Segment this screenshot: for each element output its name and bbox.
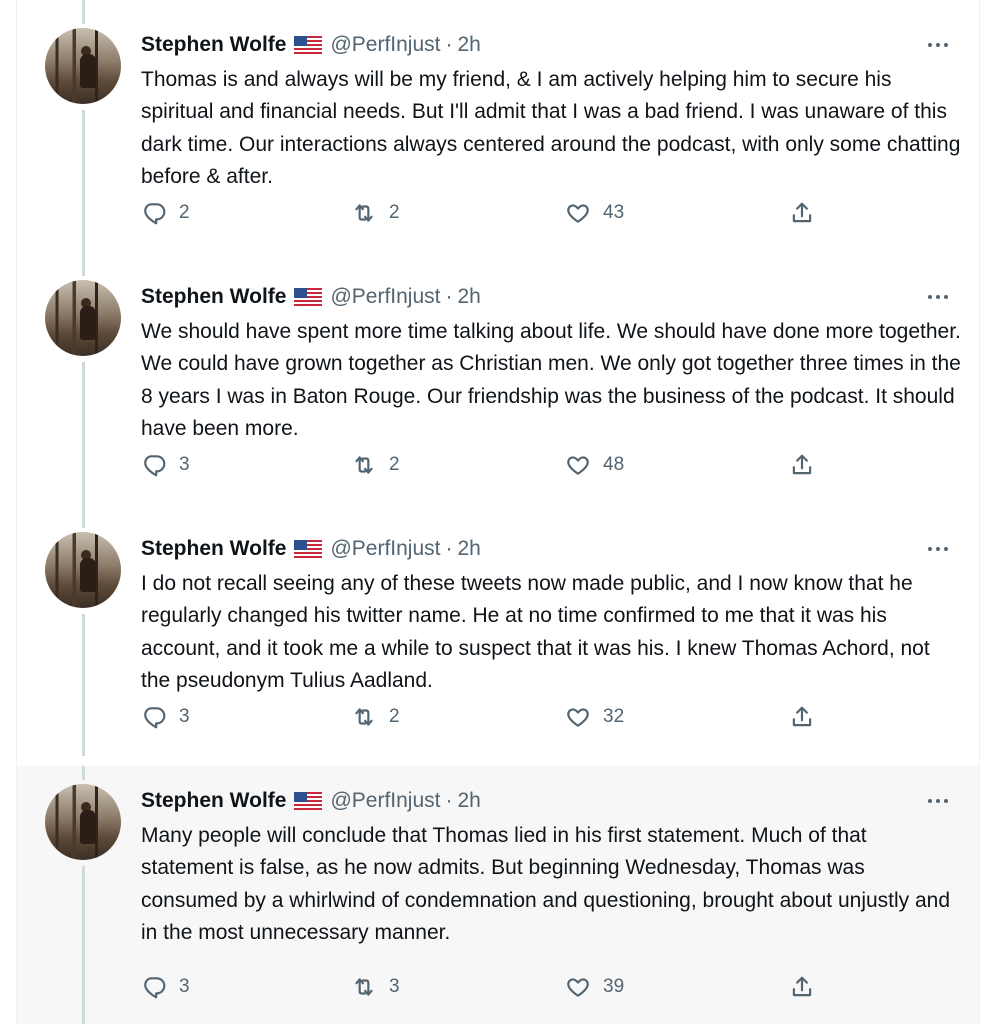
- avatar[interactable]: [45, 28, 121, 104]
- like-icon: [567, 708, 589, 727]
- tweet-time[interactable]: 2h: [457, 285, 480, 309]
- avatar[interactable]: [45, 280, 121, 356]
- tweet-text: I do not recall seeing any of these twee…: [141, 572, 930, 693]
- like-count: 48: [603, 454, 625, 475]
- tweet-actions: 3 2 48: [141, 450, 941, 480]
- tweet-header: Stephen Wolfe @PerfInjust · 2h: [141, 786, 481, 816]
- thread-connector-top: [82, 766, 85, 780]
- tweet-thread: Stephen Wolfe @PerfInjust · 2h Thomas is…: [0, 0, 998, 1024]
- thread-connector-top: [82, 504, 85, 528]
- more-icon[interactable]: [925, 536, 951, 562]
- reply-button[interactable]: 3: [141, 702, 190, 732]
- thread-connector: [82, 614, 85, 756]
- tweet-actions: 3 3 39: [141, 972, 941, 1002]
- like-icon: [567, 456, 589, 475]
- author-name[interactable]: Stephen Wolfe: [141, 285, 286, 309]
- separator: ·: [445, 33, 453, 56]
- retweet-button[interactable]: 3: [351, 972, 400, 1002]
- retweet-icon: [355, 708, 373, 726]
- tweet-time[interactable]: 2h: [457, 33, 480, 57]
- like-button[interactable]: 39: [565, 972, 624, 1002]
- retweet-icon: [355, 204, 373, 222]
- us-flag-icon: [294, 540, 323, 558]
- author-handle[interactable]: @PerfInjust: [330, 789, 440, 813]
- tweet-actions: 2 2 43: [141, 198, 941, 228]
- reply-button[interactable]: 3: [141, 450, 190, 480]
- like-count: 39: [603, 976, 625, 997]
- us-flag-icon: [294, 288, 323, 306]
- reply-button[interactable]: 3: [141, 972, 190, 1002]
- separator: ·: [445, 537, 453, 560]
- retweet-icon: [355, 456, 373, 474]
- us-flag-icon: [294, 36, 323, 54]
- share-icon: [792, 202, 812, 223]
- reply-button[interactable]: 2: [141, 198, 190, 228]
- tweet-time[interactable]: 2h: [457, 537, 480, 561]
- like-button[interactable]: 48: [565, 450, 624, 480]
- retweet-icon: [355, 978, 373, 996]
- like-button[interactable]: 43: [565, 198, 624, 228]
- like-icon: [567, 204, 589, 223]
- like-count: 32: [603, 706, 625, 727]
- share-button[interactable]: [789, 450, 815, 480]
- retweet-button[interactable]: 2: [351, 702, 400, 732]
- tweet[interactable]: Stephen Wolfe @PerfInjust · 2h We should…: [17, 252, 979, 504]
- share-button[interactable]: [789, 972, 815, 1002]
- share-icon: [792, 454, 812, 475]
- author-name[interactable]: Stephen Wolfe: [141, 789, 286, 813]
- share-icon: [792, 706, 812, 727]
- retweet-button[interactable]: 2: [351, 450, 400, 480]
- timeline-border-right: [979, 0, 980, 1024]
- retweet-count: 2: [389, 202, 400, 223]
- reply-count: 2: [179, 202, 190, 223]
- like-button[interactable]: 32: [565, 702, 624, 732]
- author-handle[interactable]: @PerfInjust: [330, 33, 440, 57]
- reply-count: 3: [179, 706, 190, 727]
- tweet-header: Stephen Wolfe @PerfInjust · 2h: [141, 30, 481, 60]
- tweet-header: Stephen Wolfe @PerfInjust · 2h: [141, 282, 481, 312]
- tweet-text: Thomas is and always will be my friend, …: [141, 68, 961, 189]
- retweet-count: 2: [389, 706, 400, 727]
- author-handle[interactable]: @PerfInjust: [330, 537, 440, 561]
- tweet[interactable]: Stephen Wolfe @PerfInjust · 2h I do not …: [17, 504, 979, 756]
- tweet-text: We should have spent more time talking a…: [141, 320, 961, 441]
- reply-icon: [144, 455, 166, 477]
- us-flag-icon: [294, 792, 323, 810]
- more-icon[interactable]: [925, 788, 951, 814]
- share-button[interactable]: [789, 702, 815, 732]
- more-icon[interactable]: [925, 32, 951, 58]
- thread-connector-top: [82, 252, 85, 276]
- thread-connector: [82, 110, 85, 252]
- reply-count: 3: [179, 976, 190, 997]
- tweet[interactable]: Stephen Wolfe @PerfInjust · 2h Many peop…: [17, 766, 979, 1024]
- retweet-button[interactable]: 2: [351, 198, 400, 228]
- reply-icon: [144, 977, 166, 999]
- tweet[interactable]: Stephen Wolfe @PerfInjust · 2h Thomas is…: [17, 0, 979, 252]
- tweet-actions: 3 2 32: [141, 702, 941, 732]
- avatar[interactable]: [45, 532, 121, 608]
- thread-connector: [82, 866, 85, 1024]
- separator: ·: [445, 285, 453, 308]
- avatar[interactable]: [45, 784, 121, 860]
- thread-connector-top: [82, 0, 85, 24]
- like-count: 43: [603, 202, 625, 223]
- author-name[interactable]: Stephen Wolfe: [141, 33, 286, 57]
- tweet-text: Many people will conclude that Thomas li…: [141, 824, 951, 945]
- reply-icon: [144, 707, 166, 729]
- share-button[interactable]: [789, 198, 815, 228]
- reply-icon: [144, 203, 166, 225]
- more-icon[interactable]: [925, 284, 951, 310]
- author-name[interactable]: Stephen Wolfe: [141, 537, 286, 561]
- thread-connector: [82, 362, 85, 504]
- retweet-count: 2: [389, 454, 400, 475]
- like-icon: [567, 978, 589, 997]
- author-handle[interactable]: @PerfInjust: [330, 285, 440, 309]
- tweet-time[interactable]: 2h: [457, 789, 480, 813]
- tweet-header: Stephen Wolfe @PerfInjust · 2h: [141, 534, 481, 564]
- separator: ·: [445, 789, 453, 812]
- share-icon: [792, 976, 812, 997]
- retweet-count: 3: [389, 976, 400, 997]
- reply-count: 3: [179, 454, 190, 475]
